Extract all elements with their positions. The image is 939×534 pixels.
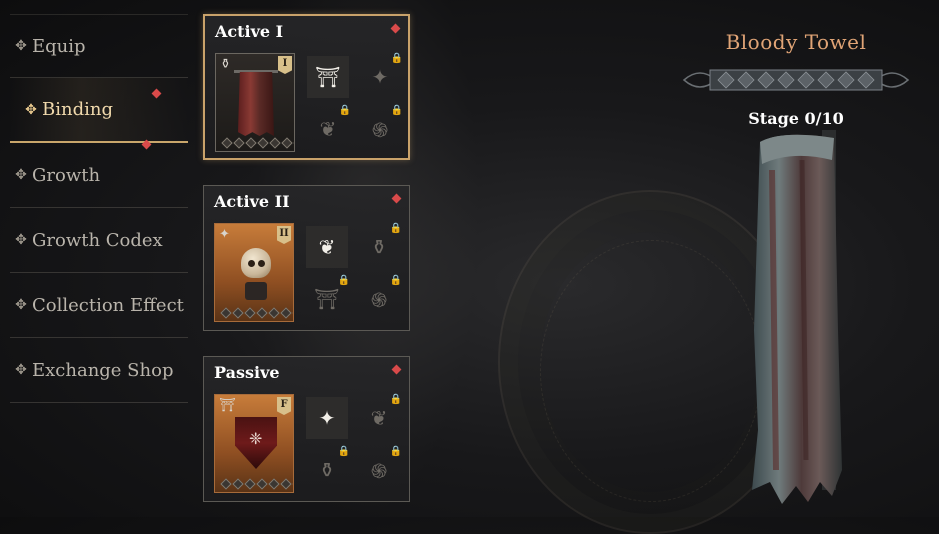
menu-item-growth[interactable]: ✥ Growth <box>10 139 188 208</box>
notification-dot <box>391 193 402 204</box>
item-name: Bloody Towel <box>725 30 867 54</box>
sparkle-icon: ✦ <box>318 406 336 430</box>
locked-slot[interactable]: ⚱ 🔒 <box>358 223 402 268</box>
skull-stand <box>245 282 267 300</box>
notification-dot <box>390 23 401 34</box>
locked-slot[interactable]: ֍ 🔒 <box>358 446 402 491</box>
lotus-icon: ❦ <box>319 117 337 141</box>
menu-bullet-icon: ✥ <box>15 362 27 378</box>
menu-item-label: Equip <box>32 35 86 57</box>
spiral-icon: ֍ <box>370 458 388 483</box>
lotus-slot[interactable]: ❦ <box>306 226 348 268</box>
item-stage: Stage 0/10 <box>748 109 844 128</box>
skull-image <box>241 248 271 278</box>
menu-bullet-icon: ✥ <box>15 38 27 54</box>
panel-title: Active I <box>215 22 284 41</box>
panel-title: Passive <box>214 363 280 382</box>
main-relic-slot[interactable]: ⛩ F ❈ <box>214 394 294 493</box>
locked-slot[interactable]: ❦ 🔒 <box>358 394 402 439</box>
locked-slot[interactable]: ⛩ 🔒 <box>306 275 350 320</box>
menu-item-label: Collection Effect <box>32 294 184 316</box>
locked-slot[interactable]: ֍ 🔒 <box>359 105 403 150</box>
menu-item-label: Binding <box>42 99 113 120</box>
lock-icon: 🔒 <box>338 105 351 116</box>
menu-item-label: Exchange Shop <box>32 359 174 381</box>
lotus-icon: ❦ <box>370 406 388 430</box>
menu-item-collection-effect[interactable]: ✥ Collection Effect <box>10 273 188 338</box>
panel-title: Active II <box>214 192 290 211</box>
lock-icon: 🔒 <box>389 223 402 234</box>
pot-icon: ⚱ <box>318 458 336 482</box>
pot-icon: ⚱ <box>220 57 231 72</box>
menu-item-growth-codex[interactable]: ✥ Growth Codex <box>10 208 188 273</box>
star-pips <box>220 307 293 319</box>
rank-badge: I <box>278 56 292 74</box>
locked-slot[interactable]: ֍ 🔒 <box>358 275 402 320</box>
gate-icon: ⛩ <box>314 287 340 311</box>
menu-item-label: Growth Codex <box>32 229 163 251</box>
star-pips <box>221 137 294 149</box>
menu-item-equip[interactable]: ✥ Equip <box>10 14 188 78</box>
menu-item-label: Growth <box>32 164 101 186</box>
lock-icon: 🔒 <box>389 275 402 286</box>
lock-icon: 🔒 <box>390 53 403 64</box>
binding-panel-active-2[interactable]: Active II ✦ II ❦ ⚱ 🔒 ⛩ 🔒 ֍ 🔒 <box>203 185 410 331</box>
pot-icon: ⚱ <box>370 235 388 259</box>
lock-icon: 🔒 <box>337 446 350 457</box>
binding-panel-passive[interactable]: Passive ⛩ F ❈ ✦ ❦ 🔒 ⚱ 🔒 ֍ 🔒 <box>203 356 410 502</box>
bloody-towel-model <box>742 130 848 510</box>
main-relic-slot[interactable]: ✦ II <box>214 223 294 322</box>
binding-panel-active-1[interactable]: Active I ⚱ I ⛩ ✦ 🔒 ❦ 🔒 ֍ 🔒 <box>203 14 410 160</box>
locked-slot[interactable]: ⚱ 🔒 <box>306 446 350 491</box>
locked-slot[interactable]: ❦ 🔒 <box>307 105 351 150</box>
sparkle-icon: ✦ <box>371 65 389 89</box>
lock-icon: 🔒 <box>390 105 403 116</box>
sparkle-icon: ✦ <box>219 227 230 242</box>
background-emblem-inner <box>540 240 762 502</box>
gate-icon: ⛩ <box>315 65 341 89</box>
menu-bullet-icon: ✥ <box>15 297 27 313</box>
locked-slot[interactable]: ✦ 🔒 <box>359 53 403 98</box>
tree-emblem-icon: ❈ <box>249 429 263 448</box>
star-pips <box>220 478 293 490</box>
menu-item-exchange-shop[interactable]: ✥ Exchange Shop <box>10 338 188 403</box>
lock-icon: 🔒 <box>337 275 350 286</box>
menu-bullet-icon: ✥ <box>15 232 27 248</box>
menu-bullet-icon: ✥ <box>15 167 27 183</box>
main-relic-slot[interactable]: ⚱ I <box>215 53 295 152</box>
sparkle-slot[interactable]: ✦ <box>306 397 348 439</box>
rank-badge: II <box>277 226 291 244</box>
notification-dot <box>391 364 402 375</box>
notification-dot <box>151 88 162 99</box>
lock-icon: 🔒 <box>389 394 402 405</box>
bloody-towel-image <box>238 72 274 136</box>
ornament-divider <box>680 60 912 100</box>
rank-badge: F <box>277 397 291 415</box>
gate-slot[interactable]: ⛩ <box>307 56 349 98</box>
side-menu: ✥ Equip ✥ Binding ✥ Growth ✥ Growth Code… <box>10 14 188 403</box>
menu-item-binding[interactable]: ✥ Binding <box>10 78 188 143</box>
lotus-icon: ❦ <box>318 235 336 259</box>
spiral-icon: ֍ <box>370 287 388 312</box>
spiral-icon: ֍ <box>371 117 389 142</box>
menu-bullet-icon: ✥ <box>25 101 37 118</box>
gate-icon: ⛩ <box>219 398 236 413</box>
lock-icon: 🔒 <box>389 446 402 457</box>
